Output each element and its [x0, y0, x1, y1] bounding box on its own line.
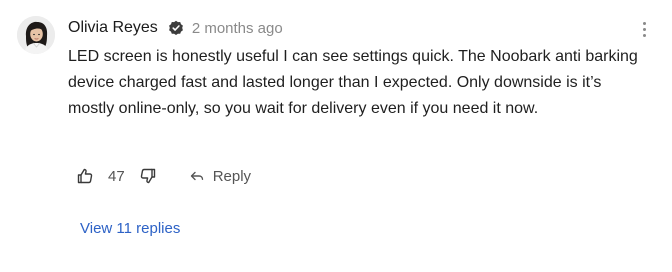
verified-check-icon	[168, 20, 184, 36]
comment-actions: 47 Reply	[76, 164, 251, 188]
reply-arrow-icon	[190, 171, 203, 181]
reply-button[interactable]: Reply	[189, 168, 251, 185]
like-button[interactable]	[76, 167, 94, 185]
comment-card: Olivia Reyes 2 months ago LED screen is …	[0, 0, 672, 272]
author-name[interactable]: Olivia Reyes	[68, 19, 158, 37]
comment-header: Olivia Reyes 2 months ago	[68, 17, 283, 39]
more-vertical-icon-dot	[642, 27, 646, 31]
avatar[interactable]	[17, 16, 55, 54]
comment-text: LED screen is honestly useful I can see …	[68, 48, 638, 117]
view-replies-link[interactable]: View 11 replies	[80, 220, 180, 237]
reply-label: Reply	[212, 167, 252, 185]
comment-timestamp: 2 months ago	[191, 19, 283, 37]
thumbs-down-icon	[140, 168, 155, 184]
thumbs-up-icon	[77, 168, 93, 184]
avatar-image	[17, 16, 55, 54]
more-vertical-icon-dot	[642, 21, 646, 25]
dislike-button[interactable]	[139, 167, 157, 185]
more-options-button[interactable]	[636, 18, 652, 40]
more-vertical-icon-dot	[642, 33, 646, 37]
like-count: 47	[108, 167, 125, 185]
